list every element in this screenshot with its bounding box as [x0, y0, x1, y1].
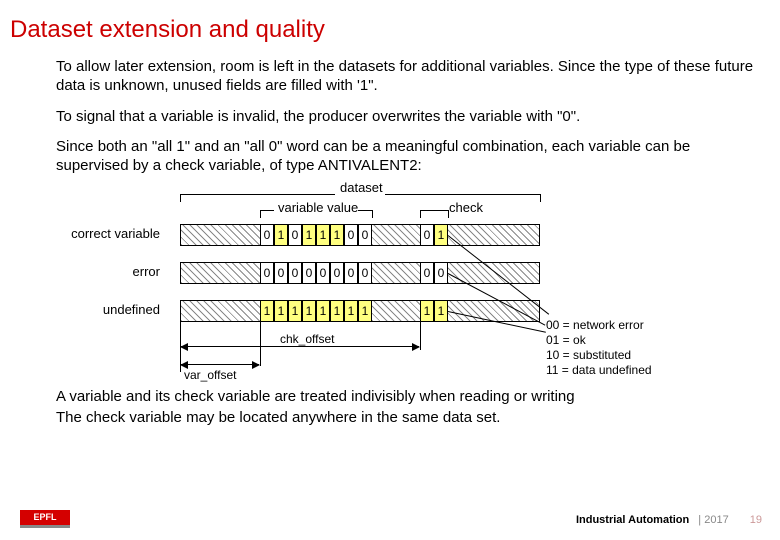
bit: 0	[288, 262, 302, 284]
diagram: dataset variable value check correct var…	[40, 186, 720, 386]
check-bit: 0	[434, 262, 448, 284]
footer-right: Industrial Automation | 2017 19	[576, 514, 762, 526]
bit: 1	[344, 300, 358, 322]
bit: 0	[316, 262, 330, 284]
paragraph-2: To signal that a variable is invalid, th…	[0, 104, 780, 135]
paragraph-3: Since both an "all 1" and an "all 0" wor…	[0, 134, 780, 184]
bit: 1	[302, 300, 316, 322]
label-correct-variable: correct variable	[40, 226, 160, 241]
bit: 1	[316, 224, 330, 246]
bracket-tick	[180, 194, 181, 202]
bit: 0	[260, 224, 274, 246]
bit: 1	[330, 224, 344, 246]
hatch	[372, 262, 420, 284]
label-chk-offset: chk_offset	[280, 332, 334, 346]
page-title: Dataset extension and quality	[0, 0, 780, 54]
check-bit: 1	[434, 300, 448, 322]
measure-var-offset	[181, 364, 259, 365]
bit: 0	[344, 262, 358, 284]
bracket-line	[420, 210, 448, 211]
hatch	[180, 224, 260, 246]
label-check: check	[449, 200, 483, 215]
label-dataset: dataset	[340, 180, 383, 195]
hatch	[448, 300, 540, 322]
check-bit: 0	[420, 224, 434, 246]
bit: 1	[274, 300, 288, 322]
legend-row: 01 = ok	[546, 333, 652, 348]
footer-paragraph-2: The check variable may be located anywhe…	[0, 407, 780, 428]
bit: 1	[260, 300, 274, 322]
bit: 0	[330, 262, 344, 284]
legend: 00 = network error 01 = ok 10 = substitu…	[546, 318, 652, 378]
bit: 0	[358, 262, 372, 284]
check-bit: 1	[420, 300, 434, 322]
bit: 0	[344, 224, 358, 246]
hatch	[180, 300, 260, 322]
bracket-tick	[540, 194, 541, 202]
check-bit: 0	[420, 262, 434, 284]
bracket-tick	[260, 210, 261, 218]
bit: 0	[288, 224, 302, 246]
bit: 1	[302, 224, 316, 246]
bit: 0	[274, 262, 288, 284]
label-undefined: undefined	[40, 302, 160, 317]
bit: 0	[358, 224, 372, 246]
row-correct: 0 1 0 1 1 1 0 0 0 1	[180, 224, 540, 246]
hatch	[448, 224, 540, 246]
hatch	[372, 300, 420, 322]
hatch	[180, 262, 260, 284]
legend-row: 11 = data undefined	[546, 363, 652, 378]
check-bit: 1	[434, 224, 448, 246]
measure-tick	[420, 322, 421, 350]
label-var-offset: var_offset	[184, 368, 236, 382]
bit: 1	[274, 224, 288, 246]
logo-epfl: EPFL	[20, 510, 70, 528]
hatch	[372, 224, 420, 246]
legend-row: 00 = network error	[546, 318, 652, 333]
bracket-line	[385, 194, 540, 195]
bracket-tick	[372, 210, 373, 218]
footer-bar: EPFL Industrial Automation | 2017 19	[0, 506, 780, 530]
page-number: 19	[750, 514, 762, 526]
footer-course: Industrial Automation	[576, 514, 689, 526]
label-error: error	[40, 264, 160, 279]
bit: 1	[316, 300, 330, 322]
footer-paragraph-1: A variable and its check variable are tr…	[0, 386, 780, 407]
bit: 0	[260, 262, 274, 284]
bit: 0	[302, 262, 316, 284]
bracket-tick	[420, 210, 421, 218]
measure-tick	[260, 322, 261, 366]
footer-year: | 2017	[698, 514, 728, 526]
bit: 1	[358, 300, 372, 322]
bracket-tick	[448, 210, 449, 218]
bit: 1	[330, 300, 344, 322]
bracket-line	[260, 210, 274, 211]
legend-row: 10 = substituted	[546, 348, 652, 363]
bracket-line	[358, 210, 372, 211]
bit: 1	[288, 300, 302, 322]
paragraph-1: To allow later extension, room is left i…	[0, 54, 780, 104]
measure-chk-offset	[181, 346, 419, 347]
bracket-line	[180, 194, 335, 195]
label-variable-value: variable value	[278, 200, 358, 215]
